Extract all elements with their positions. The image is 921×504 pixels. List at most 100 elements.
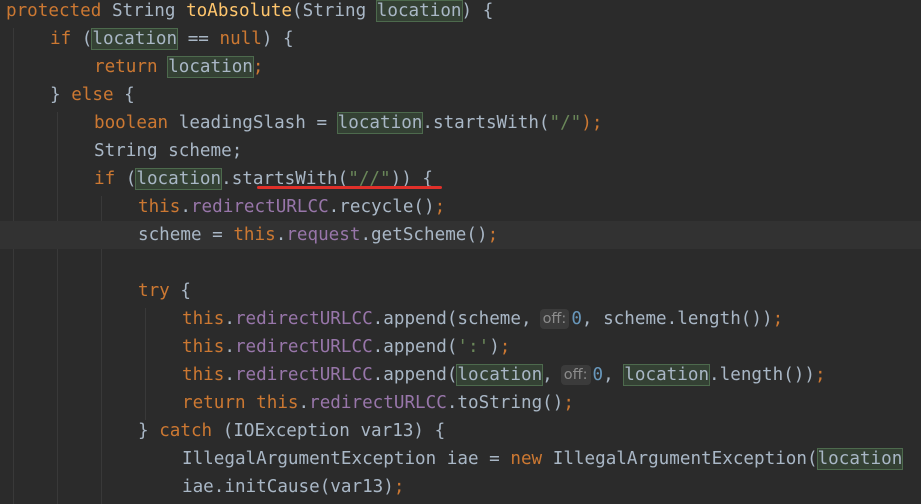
field-name: redirectURLCC <box>234 309 373 329</box>
semicolon: ; <box>252 57 264 77</box>
field-name: redirectURLCC <box>309 393 447 413</box>
indent-guide <box>145 308 146 420</box>
code-text: .length()) <box>709 365 815 385</box>
indent-guide <box>57 112 58 504</box>
code-text: , scheme.length()) <box>581 309 773 329</box>
keyword: return <box>182 393 246 413</box>
code-line[interactable]: if (location.startsWith("//")) { <box>94 165 921 193</box>
code-line[interactable]: try { <box>138 277 921 305</box>
code-text: , <box>603 365 625 385</box>
code-text: } <box>138 421 160 441</box>
keyword: this <box>138 197 181 217</box>
code-line[interactable]: String scheme; <box>94 137 921 165</box>
code-text: .startsWith( <box>422 113 550 133</box>
semicolon: ; <box>499 337 511 357</box>
location-highlight[interactable]: location <box>816 448 904 470</box>
code-line[interactable]: } else { <box>50 81 921 109</box>
code-line[interactable]: protected String toAbsolute(String locat… <box>6 0 921 25</box>
keyword: else <box>71 85 114 105</box>
code-line[interactable]: this.redirectURLCC.append(location, off: 0… <box>182 361 921 389</box>
code-line[interactable]: return this.redirectURLCC.toString(); <box>182 389 921 417</box>
code-text: ( <box>81 29 93 49</box>
code-line[interactable]: iae.initCause(var13); <box>182 473 921 501</box>
code-text: . <box>275 225 287 245</box>
field-name: request <box>286 225 361 245</box>
code-text: .toString() <box>446 393 564 413</box>
code-text: ) { <box>461 1 494 21</box>
code-line[interactable]: } catch (IOException var13) { <box>138 417 921 445</box>
location-highlight[interactable]: location <box>623 364 711 386</box>
code-line[interactable]: IllegalArgumentException iae = new Illeg… <box>182 445 921 473</box>
keyword: this <box>182 309 225 329</box>
code-text: } <box>50 85 72 105</box>
code-text: , <box>542 365 553 385</box>
keyword: catch <box>159 421 213 441</box>
code-text: . <box>180 197 191 217</box>
keyword: if <box>94 169 116 189</box>
parameter-hint: off: <box>539 309 570 329</box>
keyword: this <box>256 393 299 413</box>
location-highlight[interactable]: location <box>91 28 179 50</box>
keyword: this <box>182 365 225 385</box>
code-text: ( <box>115 169 137 189</box>
semicolon: ; <box>434 197 446 217</box>
field-name: redirectURLCC <box>234 365 373 385</box>
code-line[interactable]: this.redirectURLCC.append(scheme, off: 0, … <box>182 305 921 333</box>
location-highlight[interactable]: location <box>135 168 223 190</box>
code-text: leadingSlash = <box>168 113 338 133</box>
keyword: this <box>233 225 276 245</box>
code-text: . <box>224 365 235 385</box>
code-text: ) { <box>261 29 294 49</box>
code-line[interactable]: this.redirectURLCC.recycle(); <box>138 193 921 221</box>
location-highlight[interactable]: location <box>375 0 463 22</box>
field-name: redirectURLCC <box>190 197 329 217</box>
number-literal: 0 <box>592 365 604 385</box>
code-line[interactable]: boolean leadingSlash = location.startsWi… <box>94 109 921 137</box>
keyword: null <box>219 29 262 49</box>
code-text: IllegalArgumentException( <box>542 449 818 469</box>
location-highlight[interactable]: location <box>336 112 424 134</box>
field-name: redirectURLCC <box>234 337 373 357</box>
keyword: protected <box>6 1 102 21</box>
code-editor[interactable]: protected String toAbsolute(String locat… <box>0 0 921 504</box>
keyword: boolean <box>94 113 169 133</box>
semicolon: ; <box>563 393 574 413</box>
indent-guide <box>13 28 14 504</box>
code-text: . <box>224 337 235 357</box>
code-text: .recycle() <box>328 197 435 217</box>
keyword: this <box>182 337 225 357</box>
parameter-hint: off: <box>560 365 591 385</box>
code-text: == <box>177 29 220 49</box>
code-text: { <box>113 85 135 105</box>
keyword: try <box>138 281 170 301</box>
code-text: . <box>298 393 310 413</box>
code-text: .append(scheme, <box>372 309 532 329</box>
location-highlight[interactable]: location <box>167 56 254 78</box>
code-text: .append( <box>372 337 458 357</box>
code-line[interactable]: this.redirectURLCC.append(':'); <box>182 333 921 361</box>
error-underline <box>257 186 442 189</box>
code-line[interactable]: if (location == null) { <box>50 25 921 53</box>
code-text: . <box>224 309 235 329</box>
semicolon: ; <box>393 477 405 497</box>
keyword: if <box>50 29 72 49</box>
code-text: (String <box>292 1 377 21</box>
method-name[interactable]: toAbsolute <box>186 1 292 21</box>
code-text: ) <box>489 337 500 357</box>
code-text: (IOException var13) { <box>212 421 446 441</box>
location-highlight[interactable]: location <box>456 364 544 386</box>
string-literal: "/" <box>549 113 582 133</box>
code-text: .append( <box>372 365 458 385</box>
semicolon: ; <box>814 365 826 385</box>
number-literal: 0 <box>571 309 582 329</box>
keyword: return <box>94 57 158 77</box>
semicolon: ; <box>487 225 499 245</box>
keyword: new <box>510 449 543 469</box>
code-text: String scheme; <box>94 141 243 161</box>
current-line[interactable]: scheme = this.request.getScheme(); <box>0 221 921 249</box>
code-line[interactable]: return location; <box>94 53 921 81</box>
code-text: IllegalArgumentException iae = <box>182 449 511 469</box>
code-text: .getScheme() <box>360 225 488 245</box>
semicolon: ; <box>772 309 784 329</box>
